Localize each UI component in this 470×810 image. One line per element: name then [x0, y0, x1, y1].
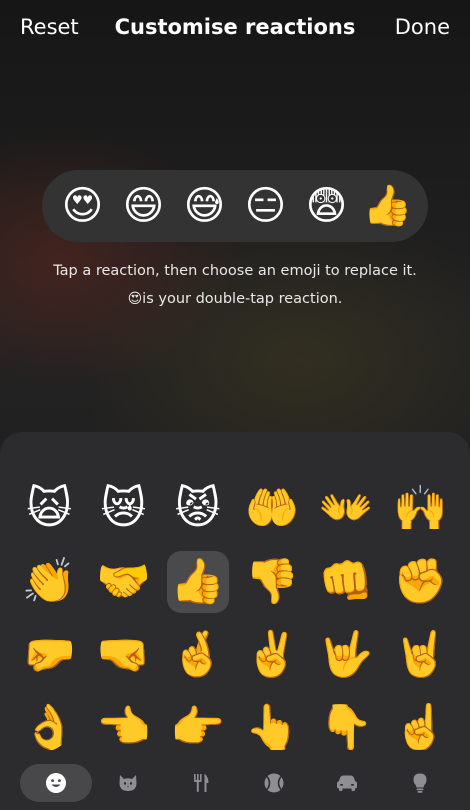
emoji-cell[interactable]: 🤛: [12, 618, 86, 691]
emoji: 👐: [318, 482, 374, 534]
emoji-cell[interactable]: 🤝: [86, 545, 160, 618]
customise-reactions-screen: Reset Customise reactions Done 😍 😄 😅 😑 😨…: [0, 0, 470, 810]
emoji-cell[interactable]: 👐: [309, 472, 383, 545]
emoji-cell[interactable]: ✌️: [235, 618, 309, 691]
emoji: 🤛: [21, 628, 77, 680]
emoji: 😿: [100, 482, 147, 534]
emoji-grid: 🙀 😿 😾 🤲 👐 🙌 👏 🤝 👍 👎 👊 ✊ 🤛 🤜 🤞 ✌️ 🤟 🤘 👌 👈…: [12, 472, 458, 764]
emoji-cell[interactable]: 🙀: [12, 472, 86, 545]
emoji-cell[interactable]: 👎: [235, 545, 309, 618]
emoji-cell[interactable]: ✊: [383, 545, 457, 618]
category-bar: [0, 750, 470, 810]
double-tap-emoji: 😍: [127, 291, 143, 307]
reaction-grinning[interactable]: 😄: [119, 181, 169, 231]
reaction-bar: 😍 😄 😅 😑 😨 👍: [42, 170, 428, 242]
header: Reset Customise reactions Done: [0, 0, 470, 58]
reaction-thumbs-up[interactable]: 👍: [363, 181, 413, 231]
emoji: 👎: [244, 555, 300, 607]
emoji: 👏: [21, 555, 77, 607]
category-objects[interactable]: [384, 764, 456, 802]
emoji: 🤟: [318, 628, 374, 680]
reaction-heart-eyes[interactable]: 😍: [58, 181, 108, 231]
emoji: 🙀: [26, 482, 73, 534]
emoji-cell[interactable]: 🤟: [309, 618, 383, 691]
emoji-cell[interactable]: 🤘: [383, 618, 457, 691]
emoji-picker-sheet: 🙀 😿 😾 🤲 👐 🙌 👏 🤝 👍 👎 👊 ✊ 🤛 🤜 🤞 ✌️ 🤟 🤘 👌 👈…: [0, 432, 470, 810]
category-smileys[interactable]: [20, 764, 92, 802]
emoji-cell[interactable]: 🤲: [235, 472, 309, 545]
emoji-cell[interactable]: 🤞: [161, 618, 235, 691]
emoji: 🤝: [96, 555, 151, 607]
fork-knife-icon: [194, 774, 209, 792]
reaction-fearful[interactable]: 😨: [302, 181, 352, 231]
emoji: 🤜: [96, 628, 151, 680]
ball-icon: [264, 773, 284, 793]
lightbulb-icon: [413, 773, 427, 793]
emoji-cell[interactable]: 👏: [12, 545, 86, 618]
emoji-cell[interactable]: 😾: [161, 472, 235, 545]
category-travel[interactable]: [311, 764, 383, 802]
cat-icon: [119, 775, 137, 791]
emoji: ✌️: [244, 628, 300, 680]
emoji-cell[interactable]: 👊: [309, 545, 383, 618]
instruction-text: Tap a reaction, then choose an emoji to …: [53, 263, 417, 279]
emoji: 👍: [166, 550, 229, 613]
emoji-cell-selected[interactable]: 👍: [161, 545, 235, 618]
emoji: 🙌: [393, 482, 449, 534]
emoji: 😾: [174, 482, 221, 534]
double-tap-info: 😍is your double-tap reaction.: [0, 291, 470, 307]
car-icon: [337, 775, 357, 791]
category-activity[interactable]: [238, 764, 310, 802]
emoji: 🤞: [170, 628, 226, 680]
emoji: 👊: [318, 555, 374, 607]
category-food[interactable]: [165, 764, 237, 802]
done-button[interactable]: Done: [395, 14, 450, 40]
emoji: 🤘: [393, 628, 449, 680]
emoji: 🤲: [244, 482, 300, 534]
smiley-icon: [46, 773, 66, 793]
double-tap-text: is your double-tap reaction.: [142, 291, 343, 307]
emoji-cell[interactable]: 😿: [86, 472, 160, 545]
emoji: ✊: [393, 555, 449, 607]
category-animals[interactable]: [92, 764, 164, 802]
emoji-cell[interactable]: 🙌: [383, 472, 457, 545]
emoji-cell[interactable]: 🤜: [86, 618, 160, 691]
reaction-grinning-sweat[interactable]: 😅: [180, 181, 230, 231]
reaction-expressionless[interactable]: 😑: [241, 181, 291, 231]
